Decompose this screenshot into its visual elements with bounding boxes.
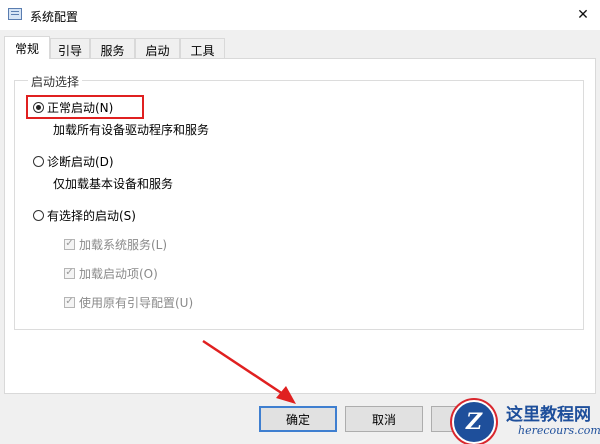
checkbox-load-system-services[interactable]: ✓ 加载系统服务(L) — [64, 237, 168, 252]
checkbox-load-startup-items-label: 加载启动项(O) — [79, 266, 158, 281]
tab-tools[interactable]: 工具 — [180, 38, 225, 58]
normal-startup-description: 加载所有设备驱动程序和服务 — [53, 123, 210, 137]
watermark-url: herecours.com — [518, 424, 600, 437]
watermark: Z 这里教程网 herecours.com — [446, 396, 600, 444]
watermark-logo: Z — [452, 400, 496, 444]
system-config-icon — [8, 8, 22, 20]
checkbox-use-original-boot-config[interactable]: ✓ 使用原有引导配置(U) — [64, 295, 194, 310]
checkbox-load-startup-items[interactable]: ✓ 加载启动项(O) — [64, 266, 158, 281]
system-config-window: 系统配置 ✕ 常规 引导 服务 启动 工具 启动选择 正常启动(N) 加载所有设… — [0, 0, 600, 444]
tab-startup[interactable]: 启动 — [135, 38, 180, 58]
tab-services[interactable]: 服务 — [90, 38, 135, 58]
window-title: 系统配置 — [30, 10, 79, 24]
checkmark-icon[interactable]: ✓ — [64, 267, 75, 279]
highlight-annotation-box — [26, 95, 144, 119]
cancel-button[interactable]: 取消 — [345, 406, 423, 432]
watermark-title: 这里教程网 — [506, 405, 591, 425]
checkbox-use-original-boot-config-label: 使用原有引导配置(U) — [79, 295, 194, 310]
radio-indicator[interactable] — [33, 155, 44, 167]
title-bar: 系统配置 ✕ — [0, 0, 600, 30]
diagnostic-startup-description: 仅加载基本设备和服务 — [53, 177, 174, 191]
tab-boot[interactable]: 引导 — [50, 38, 90, 58]
checkmark-icon[interactable]: ✓ — [64, 238, 75, 250]
radio-diagnostic-startup[interactable]: 诊断启动(D) — [33, 153, 114, 169]
radio-indicator[interactable] — [33, 209, 44, 221]
close-icon[interactable]: ✕ — [566, 0, 600, 30]
radio-selective-startup[interactable]: 有选择的启动(S) — [33, 207, 136, 223]
startup-selection-legend: 启动选择 — [28, 73, 83, 90]
checkbox-load-system-services-label: 加载系统服务(L) — [79, 237, 168, 252]
radio-selective-startup-label: 有选择的启动(S) — [47, 208, 136, 223]
ok-button[interactable]: 确定 — [259, 406, 337, 432]
checkmark-icon[interactable]: ✓ — [64, 296, 75, 308]
radio-diagnostic-startup-label: 诊断启动(D) — [47, 154, 114, 169]
tab-general[interactable]: 常规 — [4, 36, 50, 59]
